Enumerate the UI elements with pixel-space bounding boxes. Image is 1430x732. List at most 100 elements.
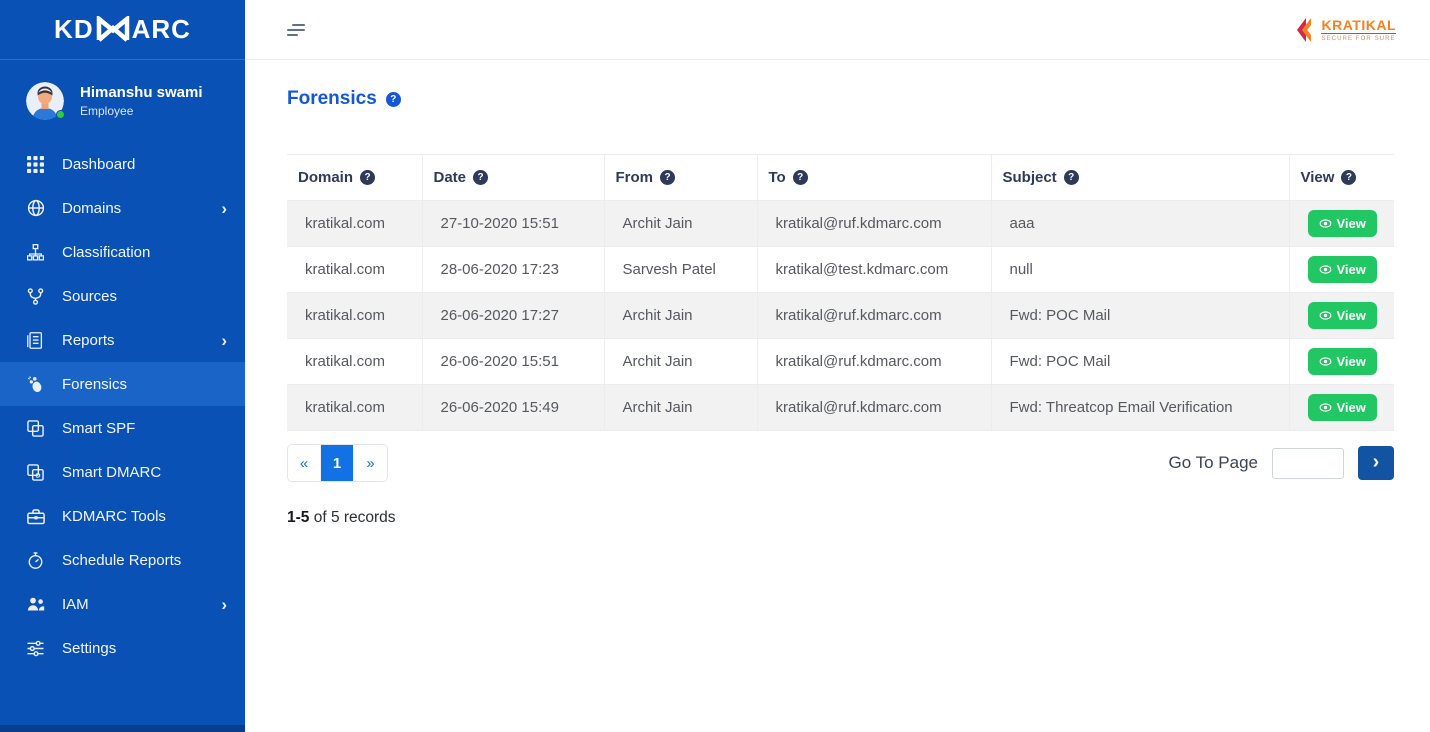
sidebar-item-settings[interactable]: Settings — [0, 626, 245, 670]
copy-icon — [26, 419, 45, 438]
table-row: kratikal.com 28-06-2020 17:23 Sarvesh Pa… — [287, 247, 1394, 293]
globe-icon — [26, 199, 45, 218]
view-button[interactable]: View — [1308, 210, 1377, 237]
cell-from: Archit Jain — [604, 293, 757, 339]
cell-subject: null — [991, 247, 1289, 293]
user-role: Employee — [80, 104, 203, 118]
sidebar-toggle-icon[interactable] — [287, 24, 305, 36]
chevron-right-icon: › — [1373, 452, 1380, 472]
col-header-to: To — [757, 155, 991, 201]
sidebar: KD ARC Himanshu — [0, 0, 245, 732]
help-icon[interactable] — [1064, 170, 1079, 185]
cell-date: 28-06-2020 17:23 — [422, 247, 604, 293]
sidebar-item-label: Settings — [62, 640, 116, 657]
eye-icon — [1319, 263, 1332, 276]
sidebar-item-label: Reports — [62, 332, 115, 349]
records-text: of 5 records — [309, 509, 395, 526]
sidebar-item-schedule-reports[interactable]: Schedule Reports — [0, 538, 245, 582]
cell-from: Archit Jain — [604, 201, 757, 247]
cell-date: 26-06-2020 15:49 — [422, 385, 604, 431]
cell-subject: aaa — [991, 201, 1289, 247]
col-header-view: View — [1289, 155, 1394, 201]
kdmarc-logo-left-text: KD — [54, 14, 94, 45]
sidebar-item-smart-dmarc[interactable]: Smart DMARC — [0, 450, 245, 494]
table-row: kratikal.com 26-06-2020 15:49 Archit Jai… — [287, 385, 1394, 431]
kratikal-mark-icon — [1294, 17, 1316, 43]
sidebar-item-reports[interactable]: Reports › — [0, 318, 245, 362]
user-info: Himanshu swami Employee — [80, 84, 203, 119]
sidebar-item-label: IAM — [62, 596, 89, 613]
kdmarc-logo[interactable]: KD ARC — [0, 0, 245, 60]
sidebar-item-label: Forensics — [62, 376, 127, 393]
sitemap-icon — [26, 243, 45, 262]
col-header-domain: Domain — [287, 155, 422, 201]
sidebar-item-label: Dashboard — [62, 156, 135, 173]
help-icon[interactable] — [660, 170, 675, 185]
help-icon[interactable] — [386, 92, 401, 107]
cell-to: kratikal@ruf.kdmarc.com — [757, 339, 991, 385]
col-header-from: From — [604, 155, 757, 201]
help-icon[interactable] — [793, 170, 808, 185]
help-icon[interactable] — [473, 170, 488, 185]
sliders-icon — [26, 639, 45, 658]
view-button[interactable]: View — [1308, 256, 1377, 283]
pagination: « 1 » — [287, 444, 388, 482]
report-icon — [26, 331, 45, 350]
kratikal-name: KRATIKAL — [1321, 18, 1396, 34]
sidebar-item-classification[interactable]: Classification — [0, 230, 245, 274]
cell-subject: Fwd: POC Mail — [991, 339, 1289, 385]
prev-page-button[interactable]: « — [288, 445, 321, 481]
cell-date: 26-06-2020 17:27 — [422, 293, 604, 339]
table-row: kratikal.com 26-06-2020 15:51 Archit Jai… — [287, 339, 1394, 385]
sidebar-item-smart-spf[interactable]: Smart SPF — [0, 406, 245, 450]
kratikal-tagline: SECURE FOR SURE — [1321, 36, 1396, 42]
page-1-button[interactable]: 1 — [321, 445, 354, 481]
forensics-table: Domain Date From To Subject View kratika… — [287, 154, 1394, 431]
user-name: Himanshu swami — [80, 84, 203, 103]
next-page-button[interactable]: » — [354, 445, 387, 481]
cell-from: Archit Jain — [604, 385, 757, 431]
view-button[interactable]: View — [1308, 394, 1377, 421]
sidebar-item-label: Classification — [62, 244, 150, 261]
kratikal-logo[interactable]: KRATIKAL SECURE FOR SURE — [1294, 17, 1396, 43]
help-icon[interactable] — [360, 170, 375, 185]
view-button[interactable]: View — [1308, 302, 1377, 329]
sidebar-item-forensics[interactable]: Forensics — [0, 362, 245, 406]
content: Forensics Domain Date From To Subject Vi… — [245, 60, 1430, 527]
cell-from: Archit Jain — [604, 339, 757, 385]
records-range: 1-5 — [287, 509, 309, 526]
sidebar-item-iam[interactable]: IAM › — [0, 582, 245, 626]
go-to-page: Go To Page › — [1169, 446, 1394, 480]
eye-icon — [1319, 355, 1332, 368]
go-to-page-input[interactable] — [1272, 448, 1344, 479]
view-button[interactable]: View — [1308, 348, 1377, 375]
cell-domain: kratikal.com — [287, 293, 422, 339]
kratikal-logo-text: KRATIKAL SECURE FOR SURE — [1321, 18, 1396, 42]
toolbox-icon — [26, 507, 45, 526]
eye-icon — [1319, 309, 1332, 322]
sidebar-item-kdmarc-tools[interactable]: KDMARC Tools — [0, 494, 245, 538]
user-profile[interactable]: Himanshu swami Employee — [0, 60, 245, 136]
page-title: Forensics — [287, 88, 377, 110]
grid-icon — [26, 155, 45, 174]
chevron-right-icon: › — [221, 596, 227, 613]
cell-date: 26-06-2020 15:51 — [422, 339, 604, 385]
cell-domain: kratikal.com — [287, 385, 422, 431]
sidebar-bottom-bar — [0, 725, 245, 732]
sidebar-item-label: Smart DMARC — [62, 464, 161, 481]
cell-to: kratikal@ruf.kdmarc.com — [757, 385, 991, 431]
sidebar-item-domains[interactable]: Domains › — [0, 186, 245, 230]
help-icon[interactable] — [1341, 170, 1356, 185]
sidebar-item-sources[interactable]: Sources — [0, 274, 245, 318]
cell-view: View — [1289, 201, 1394, 247]
cell-from: Sarvesh Patel — [604, 247, 757, 293]
cell-subject: Fwd: Threatcop Email Verification — [991, 385, 1289, 431]
cell-view: View — [1289, 339, 1394, 385]
sidebar-item-dashboard[interactable]: Dashboard — [0, 142, 245, 186]
avatar — [26, 82, 64, 120]
stopwatch-icon — [26, 551, 45, 570]
sidebar-item-label: Sources — [62, 288, 117, 305]
go-to-page-button[interactable]: › — [1358, 446, 1394, 480]
cell-view: View — [1289, 247, 1394, 293]
online-status-dot — [56, 110, 65, 119]
